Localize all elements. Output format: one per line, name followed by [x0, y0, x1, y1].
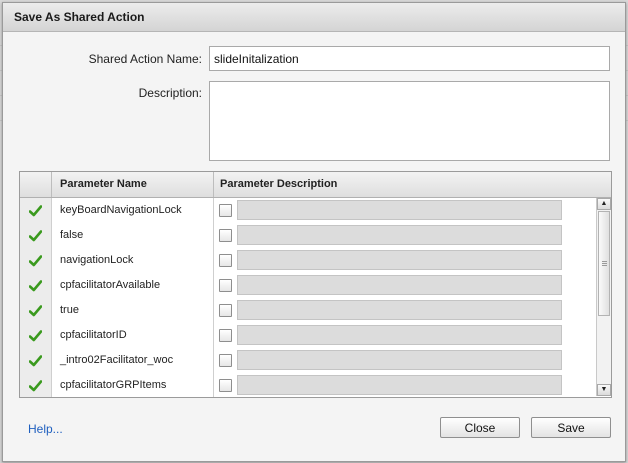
checkmark-icon: [29, 329, 42, 341]
row-status-cell: [20, 323, 52, 348]
row-status-cell: [20, 373, 52, 397]
parameter-checkbox[interactable]: [219, 229, 232, 242]
description-textarea[interactable]: [209, 81, 610, 161]
checkmark-icon: [29, 304, 42, 316]
dialog-titlebar: Save As Shared Action: [3, 3, 625, 32]
table-row[interactable]: true: [20, 298, 595, 324]
parameter-name: false: [60, 229, 84, 241]
row-status-cell: [20, 223, 52, 248]
close-button[interactable]: Close: [440, 417, 520, 438]
parameter-description-field[interactable]: [237, 250, 562, 270]
table-row[interactable]: _intro02Facilitator_woc: [20, 348, 595, 374]
scroll-thumb[interactable]: [598, 211, 610, 316]
table-row[interactable]: cpfacilitatorGRPItems: [20, 373, 595, 397]
parameter-name: cpfacilitatorGRPItems: [60, 379, 167, 391]
row-status-cell: [20, 298, 52, 323]
parameter-name: keyBoardNavigationLock: [60, 204, 182, 216]
shared-action-name-label: Shared Action Name:: [88, 52, 202, 66]
checkmark-icon: [29, 279, 42, 291]
parameter-description-field[interactable]: [237, 200, 562, 220]
col-parameter-name: Parameter Name: [60, 178, 147, 190]
parameter-name: _intro02Facilitator_woc: [60, 354, 174, 366]
row-status-cell: [20, 248, 52, 273]
row-status-cell: [20, 198, 52, 223]
scroll-up-button[interactable]: ▲: [597, 198, 611, 210]
table-row[interactable]: keyBoardNavigationLock: [20, 198, 595, 224]
row-status-cell: [20, 348, 52, 373]
parameter-checkbox[interactable]: [219, 354, 232, 367]
parameter-checkbox[interactable]: [219, 329, 232, 342]
parameter-name: true: [60, 304, 79, 316]
parameter-name: cpfacilitatorID: [60, 329, 127, 341]
parameter-description-field[interactable]: [237, 350, 562, 370]
parameter-checkbox[interactable]: [219, 279, 232, 292]
table-scrollbar[interactable]: ▲ ▼: [596, 198, 611, 396]
help-link[interactable]: Help...: [28, 422, 63, 436]
parameter-description-field[interactable]: [237, 325, 562, 345]
parameter-name: cpfacilitatorAvailable: [60, 279, 161, 291]
table-row[interactable]: cpfacilitatorAvailable: [20, 273, 595, 299]
save-as-shared-action-dialog: Save As Shared Action Shared Action Name…: [2, 2, 626, 462]
checkmark-icon: [29, 354, 42, 366]
parameter-description-field[interactable]: [237, 300, 562, 320]
col-parameter-description: Parameter Description: [220, 178, 338, 190]
table-row[interactable]: navigationLock: [20, 248, 595, 274]
parameter-checkbox[interactable]: [219, 204, 232, 217]
table-row[interactable]: cpfacilitatorID: [20, 323, 595, 349]
scroll-down-button[interactable]: ▼: [597, 384, 611, 396]
row-status-cell: [20, 273, 52, 298]
parameter-checkbox[interactable]: [219, 254, 232, 267]
save-button[interactable]: Save: [531, 417, 611, 438]
parameter-description-field[interactable]: [237, 275, 562, 295]
parameter-description-field[interactable]: [237, 375, 562, 395]
table-row[interactable]: false: [20, 223, 595, 249]
parameters-table: Parameter Name Parameter Description key…: [19, 171, 612, 398]
parameter-description-field[interactable]: [237, 225, 562, 245]
parameter-checkbox[interactable]: [219, 304, 232, 317]
shared-action-name-input[interactable]: [209, 46, 610, 71]
table-header: Parameter Name Parameter Description: [20, 172, 611, 198]
parameter-name: navigationLock: [60, 254, 134, 266]
dialog-title: Save As Shared Action: [14, 10, 145, 24]
description-label: Description:: [138, 86, 202, 100]
parameter-checkbox[interactable]: [219, 379, 232, 392]
checkmark-icon: [29, 379, 42, 391]
checkmark-icon: [29, 254, 42, 266]
checkmark-icon: [29, 229, 42, 241]
checkmark-icon: [29, 204, 42, 216]
